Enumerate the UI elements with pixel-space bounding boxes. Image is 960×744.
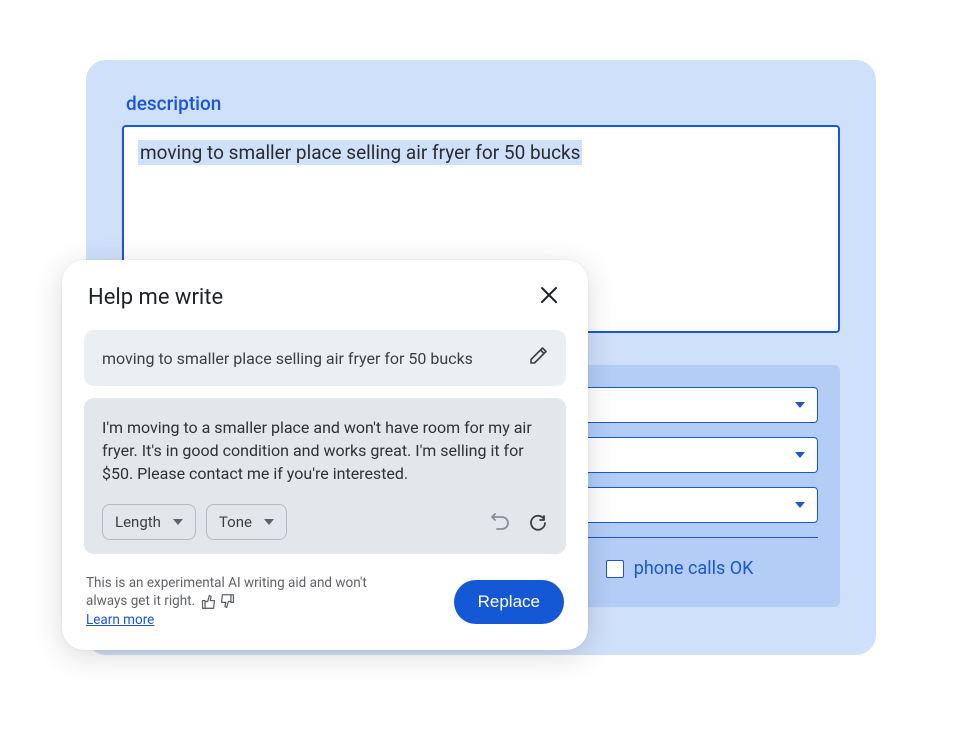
replace-button[interactable]: Replace [454,580,564,624]
description-label: description [126,92,840,115]
prompt-box: moving to smaller place selling air frye… [84,330,566,386]
chip-row: Length Tone [102,504,287,540]
description-value: moving to smaller place selling air frye… [138,140,582,165]
generation-controls: Length Tone [102,504,548,540]
length-chip-label: Length [115,513,161,531]
chevron-down-icon [795,452,805,458]
undo-icon[interactable] [490,512,510,532]
help-me-write-popup: Help me write moving to smaller place se… [62,260,588,650]
chevron-down-icon [795,402,805,408]
refresh-icon[interactable] [528,512,548,532]
edit-prompt-button[interactable] [528,346,548,370]
prompt-text: moving to smaller place selling air frye… [102,349,473,368]
chevron-down-icon [264,519,274,525]
checkbox-item-2[interactable]: phone calls OK [606,558,754,579]
checkbox-2[interactable] [606,560,624,578]
chevron-down-icon [795,502,805,508]
feedback-thumbs [200,593,236,610]
length-chip[interactable]: Length [102,504,196,540]
chevron-down-icon [173,519,183,525]
popup-footer: This is an experimental AI writing aid a… [84,574,566,631]
disclaimer: This is an experimental AI writing aid a… [86,574,386,631]
popup-title: Help me write [88,285,223,310]
thumbs-down-icon[interactable] [219,593,236,610]
tone-chip[interactable]: Tone [206,504,287,540]
checkbox-2-label: phone calls OK [634,558,754,579]
generation-icons [490,512,548,532]
thumbs-up-icon[interactable] [200,593,217,610]
close-icon [540,286,558,304]
learn-more-link[interactable]: Learn more [86,612,154,628]
popup-header: Help me write [84,282,566,312]
tone-chip-label: Tone [219,513,252,531]
generated-box: I'm moving to a smaller place and won't … [84,398,566,554]
generated-text: I'm moving to a smaller place and won't … [102,416,548,486]
close-button[interactable] [536,282,562,312]
pencil-icon [528,346,548,366]
